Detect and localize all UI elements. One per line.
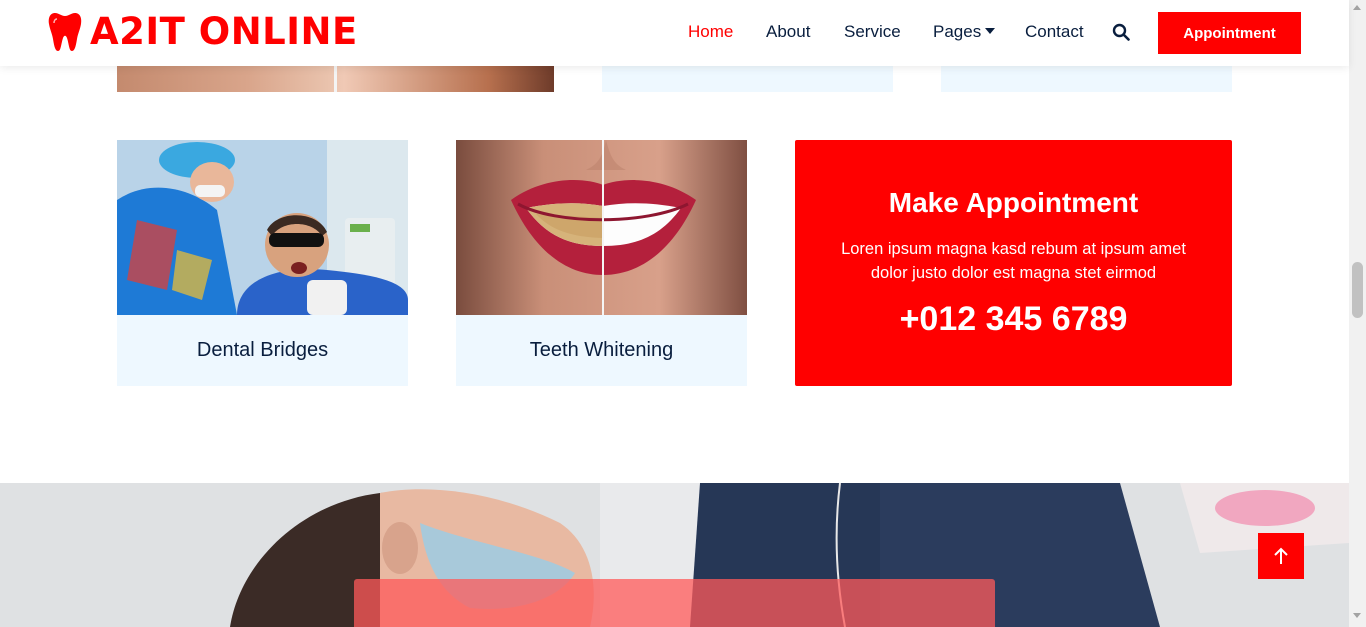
nav-pages-label: Pages [933, 22, 982, 41]
nav-contact[interactable]: Contact [1025, 21, 1084, 43]
banner-overlay-box [354, 579, 995, 627]
appointment-button[interactable]: Appointment [1158, 12, 1301, 54]
caret-down-icon [985, 27, 996, 34]
brand-logo[interactable]: A2IT ONLINE [48, 11, 358, 53]
scroll-down-arrow-icon[interactable] [1353, 613, 1361, 618]
service-card-partial [602, 66, 893, 92]
nav-about[interactable]: About [766, 21, 810, 43]
service-title: Teeth Whitening [529, 339, 674, 361]
service-title: Dental Bridges [196, 339, 329, 361]
brand-name: A2IT ONLINE [90, 10, 358, 53]
teeth-whitening-image [456, 140, 747, 315]
appointment-box-title: Make Appointment [888, 187, 1139, 218]
service-card-teeth-whitening[interactable]: Teeth Whitening [456, 140, 747, 386]
nav-pages[interactable]: Pages [933, 21, 996, 43]
arrow-up-icon [1274, 547, 1288, 564]
nav-service[interactable]: Service [844, 21, 901, 43]
appointment-box-text: Loren ipsum magna kasd rebum at ipsum am… [841, 240, 1186, 282]
service-card-dental-bridges[interactable]: Dental Bridges [117, 140, 408, 386]
search-icon[interactable] [1112, 23, 1130, 41]
tooth-icon [48, 13, 82, 51]
make-appointment-box: Make Appointment Loren ipsum magna kasd … [795, 140, 1232, 386]
appointment-phone[interactable]: +012 345 6789 [795, 300, 1232, 339]
service-card-partial [941, 66, 1232, 92]
nav-home[interactable]: Home [688, 21, 733, 43]
scroll-up-arrow-icon[interactable] [1353, 5, 1361, 10]
scrollbar-thumb[interactable] [1352, 262, 1363, 318]
back-to-top-button[interactable] [1258, 533, 1304, 579]
navbar: A2IT ONLINE Home About Service Pages Con… [0, 0, 1349, 66]
dental-bridges-image [117, 140, 408, 315]
